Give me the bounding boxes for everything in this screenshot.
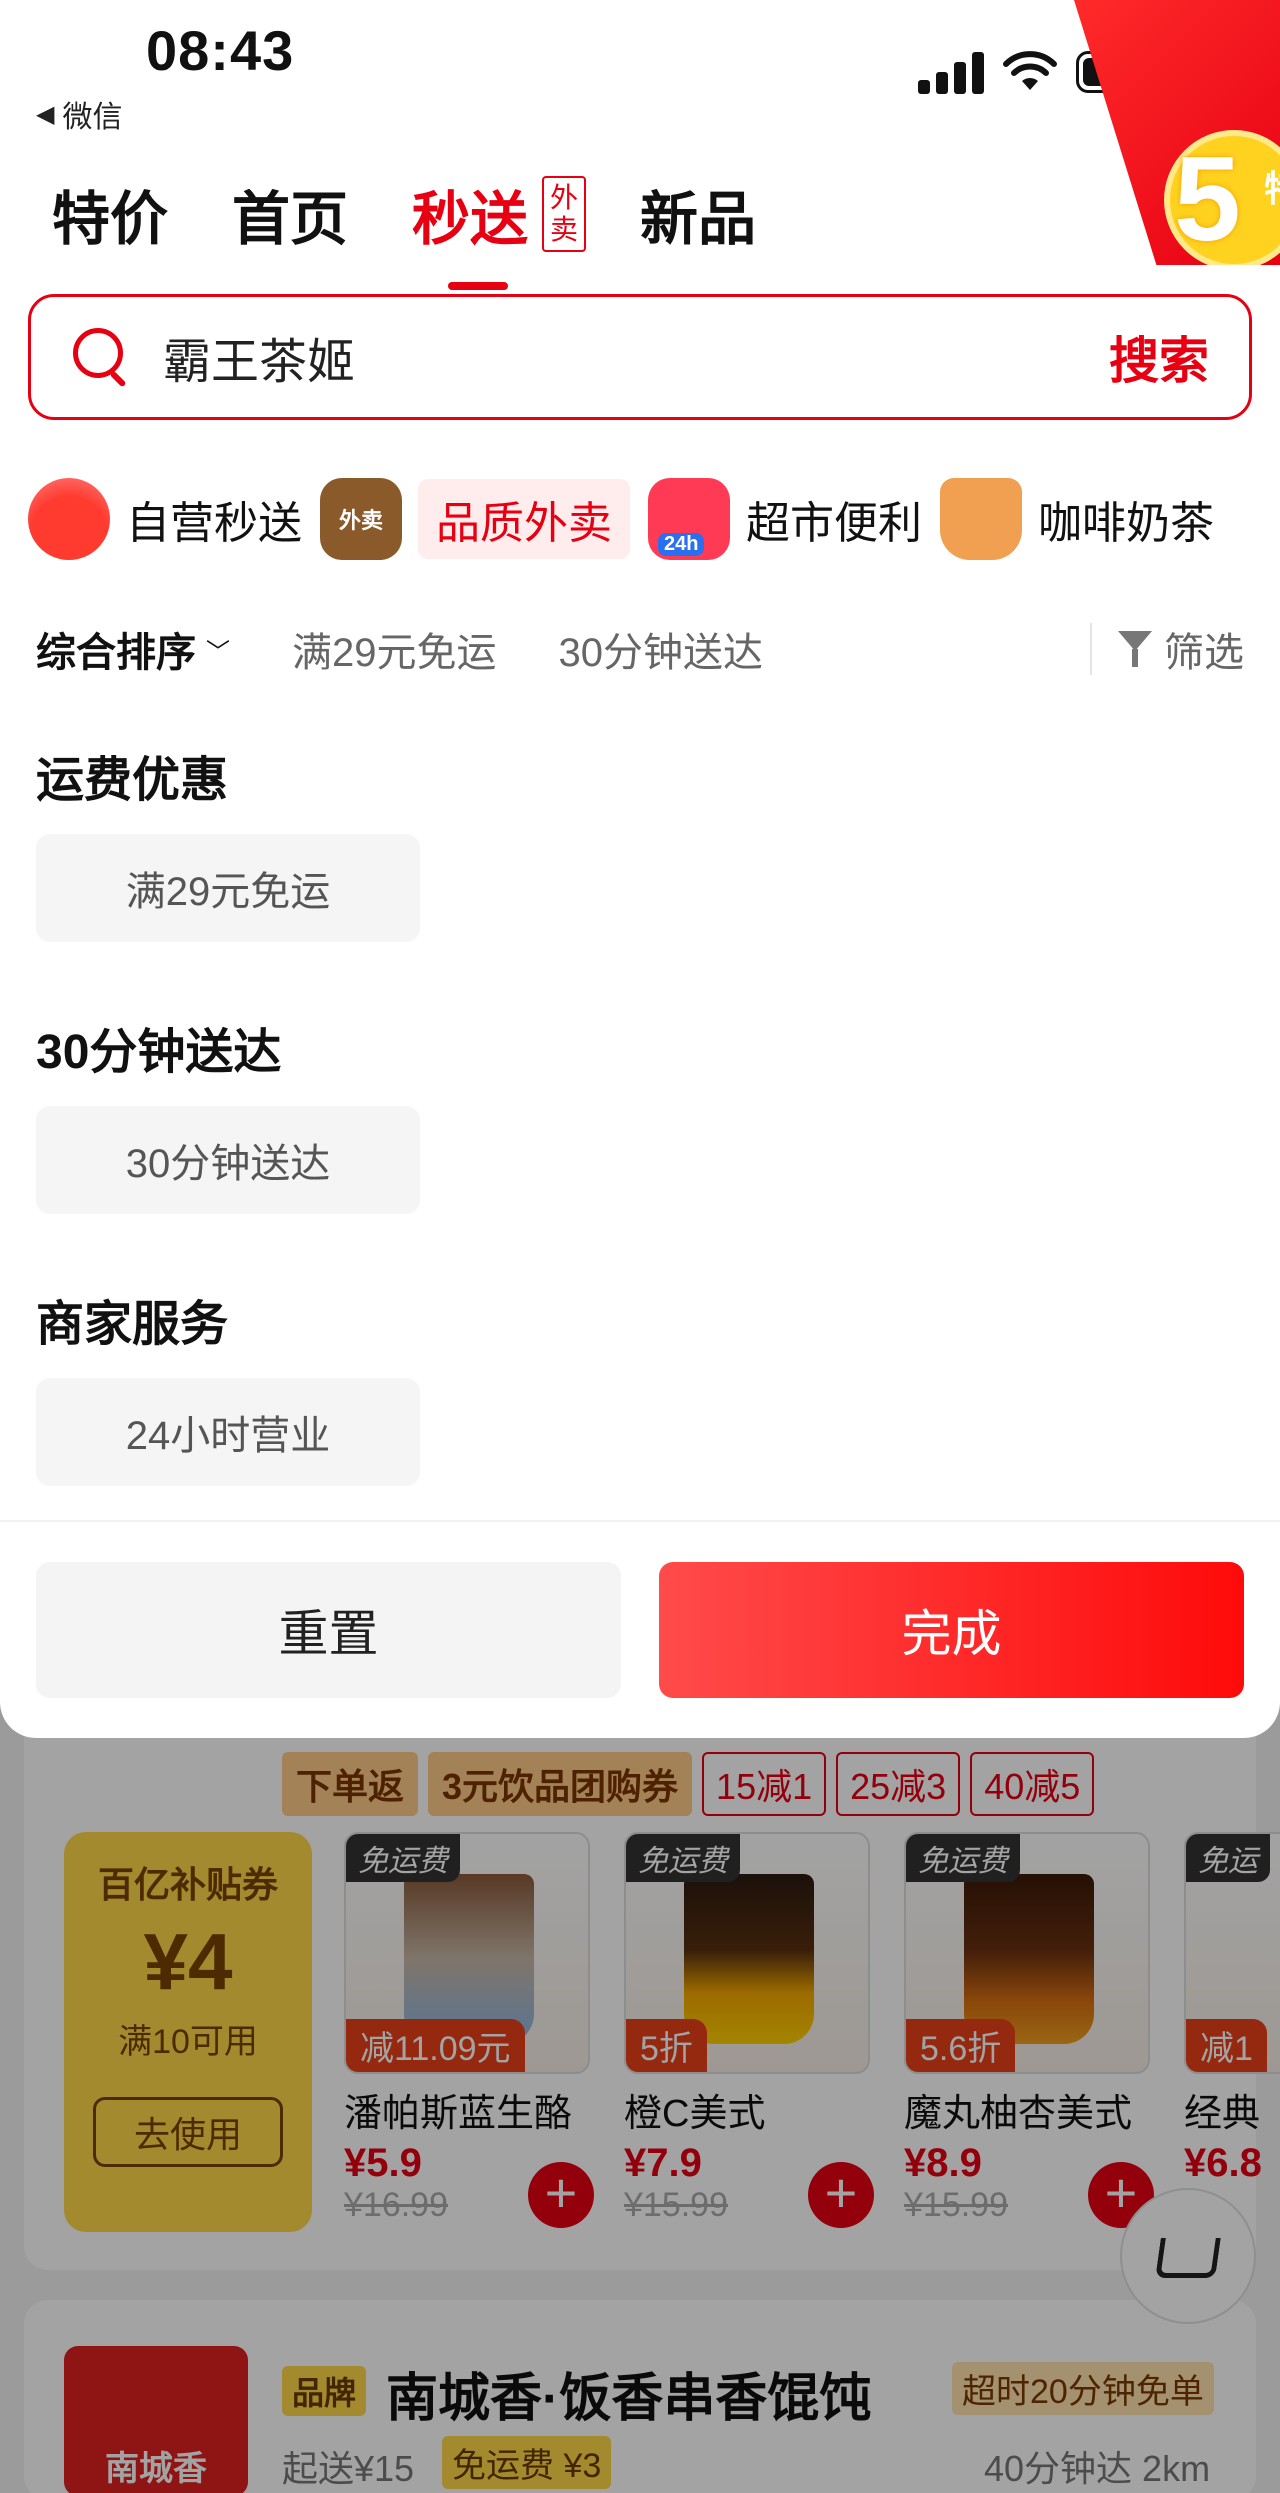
store-24h-icon: 24h — [648, 478, 730, 560]
tab-home[interactable]: 首页 — [232, 172, 348, 256]
store-24h-text: 24h — [658, 533, 705, 556]
section-title-30min: 30分钟送达 — [36, 1026, 282, 1079]
funnel-icon — [1118, 631, 1152, 667]
takeout-bag-icon: 外卖 — [320, 478, 402, 560]
filter-label: 筛选 — [1164, 631, 1244, 675]
filter-button[interactable]: 筛选 — [1118, 620, 1244, 678]
product-image: 免运费 5折 — [624, 1832, 870, 2074]
category-label: 品质外卖 — [418, 479, 630, 559]
add-to-cart-icon: + — [528, 2162, 594, 2228]
cashback-coupon: 3元饮品团购券 — [428, 1752, 693, 1816]
offer-tag: 15减1 — [702, 1752, 827, 1816]
sort-dropdown[interactable]: 综合排序 ﹀ — [36, 620, 230, 678]
divider — [0, 1520, 1280, 1522]
category-coffee-tea[interactable]: 咖啡奶茶 — [940, 478, 1214, 560]
cashback-strip: 下单返 3元饮品团购券 15减1 25减3 40减5 — [282, 1752, 1095, 1816]
discount-tag: 减11.09元 — [346, 2019, 525, 2072]
promo-corner-banner[interactable]: 5 特 — [1074, 0, 1280, 265]
free-shipping-tag: 免运费 — [626, 1834, 740, 1882]
free-shipping-tag: 免运费 — [906, 1834, 1020, 1882]
brand-tag: 品牌 — [282, 2366, 367, 2416]
product-name: 经典 — [1184, 2093, 1261, 2135]
discount-tag: 减1 — [1186, 2019, 1267, 2072]
category-label: 自营秒送 — [126, 499, 302, 548]
product-price: ¥6.8 — [1184, 2141, 1262, 2185]
option-30min-delivery[interactable]: 30分钟送达 — [36, 1106, 420, 1214]
quick-filter-30min[interactable]: 30分钟送达 — [559, 620, 764, 678]
category-label: 超市便利 — [746, 499, 922, 548]
product-name: 橙C美式 — [624, 2093, 766, 2135]
search-box: 搜索 — [28, 294, 1252, 420]
search-icon — [71, 326, 133, 388]
option-free-shipping-29[interactable]: 满29元免运 — [36, 834, 420, 942]
min-order: 起送¥15 — [282, 2448, 415, 2489]
offer-tag: 25减3 — [836, 1752, 961, 1816]
coupon-amount: ¥4 — [143, 1917, 233, 2006]
basket-icon — [28, 478, 110, 560]
category-supermarket[interactable]: 24h 超市便利 — [648, 478, 922, 560]
status-time: 08:43 — [146, 19, 295, 82]
wifi-icon — [1003, 51, 1057, 90]
offer-tag: 40减5 — [970, 1752, 1095, 1816]
store-name: 南城香·饭香串香馄饨 — [386, 2370, 872, 2428]
section-title-merchant: 商家服务 — [36, 1298, 229, 1351]
reset-button[interactable]: 重置 — [36, 1562, 621, 1698]
product-image: 免运费 减11.09元 — [344, 1832, 590, 2074]
store-logo: 南城香 — [64, 2346, 248, 2493]
back-triangle-icon: ◀ — [36, 100, 55, 128]
subsidy-coupon: 百亿补贴券 ¥4 满10可用 去使用 — [64, 1832, 312, 2232]
coupon-title: 百亿补贴券 — [97, 1864, 278, 1905]
floating-cart-button — [1120, 2188, 1256, 2324]
promo-number: 5 — [1174, 132, 1241, 265]
back-to-wechat-link[interactable]: ◀ 微信 — [36, 92, 122, 136]
category-label: 咖啡奶茶 — [1038, 499, 1214, 548]
discount-tag: 5.6折 — [906, 2019, 1016, 2072]
search-input[interactable] — [163, 329, 1043, 385]
category-row: 自营秒送 外卖 品质外卖 24h 超市便利 咖啡奶茶 — [28, 478, 1232, 560]
free-shipping-tag: 免运 — [1186, 1834, 1270, 1882]
cashback-label: 下单返 — [282, 1752, 419, 1816]
free-shipping-tag: 免运费 — [346, 1834, 460, 1882]
section-title-shipping: 运费优惠 — [36, 754, 229, 807]
filter-bar: 综合排序 ﹀ 满29元免运 30分钟送达 筛选 — [36, 614, 1244, 684]
category-self-operated[interactable]: 自营秒送 — [28, 478, 302, 560]
top-tabs: 特价 首页 秒送 外卖 新品 — [52, 172, 820, 290]
tab-miaosong[interactable]: 秒送 — [412, 172, 528, 290]
add-to-cart-icon: + — [808, 2162, 874, 2228]
category-quality-takeout[interactable]: 外卖 品质外卖 — [320, 478, 630, 560]
done-button[interactable]: 完成 — [659, 1562, 1244, 1698]
product-card: 免运 减1 经典 ¥6.8 — [1184, 1832, 1280, 2186]
takeout-badge: 外卖 — [542, 176, 587, 252]
tab-new[interactable]: 新品 — [640, 172, 756, 256]
coffee-cup-icon — [940, 478, 1022, 560]
delivery-time: 40分钟达 2km — [984, 2448, 1211, 2489]
drink-cup-icon — [684, 1874, 814, 2044]
cart-icon — [1155, 2238, 1221, 2278]
quick-filter-free-shipping[interactable]: 满29元免运 — [292, 620, 497, 678]
product-name: 魔丸柚杏美式 — [904, 2093, 1133, 2135]
store-row: 南城香 品牌 南城香·饭香串香馄饨 超时20分钟免单 起送¥15 免运费 ¥3 … — [24, 2300, 1256, 2493]
promo-text: 特 — [1264, 160, 1280, 212]
product-name: 潘帕斯蓝生酪 — [344, 2093, 573, 2135]
back-label: 微信 — [62, 101, 123, 134]
tab-tejia[interactable]: 特价 — [52, 172, 168, 256]
chevron-down-icon: ﹀ — [206, 638, 230, 666]
product-card: 免运费 5折 橙C美式 ¥7.9 ¥15.99 + — [624, 1832, 874, 2228]
option-24h-open[interactable]: 24小时营业 — [36, 1378, 420, 1486]
overtime-free-tag: 超时20分钟免单 — [952, 2362, 1214, 2415]
coupon-use-button: 去使用 — [93, 2097, 283, 2167]
product-card: 免运费 减11.09元 潘帕斯蓝生酪 ¥5.9 ¥16.99 + — [344, 1832, 594, 2228]
product-card: 免运费 5.6折 魔丸柚杏美式 ¥8.9 ¥15.99 + — [904, 1832, 1154, 2228]
product-image: 免运 减1 — [1184, 1832, 1280, 2074]
search-button[interactable]: 搜索 — [1109, 321, 1209, 393]
product-image: 免运费 5.6折 — [904, 1832, 1150, 2074]
discount-tag: 5折 — [626, 2019, 707, 2072]
free-shipping-tag: 免运费 ¥3 — [442, 2436, 612, 2489]
sort-label: 综合排序 — [36, 631, 196, 675]
coupon-condition: 满10可用 — [118, 2023, 258, 2061]
divider — [1090, 623, 1092, 675]
cellular-signal-icon — [918, 50, 984, 94]
